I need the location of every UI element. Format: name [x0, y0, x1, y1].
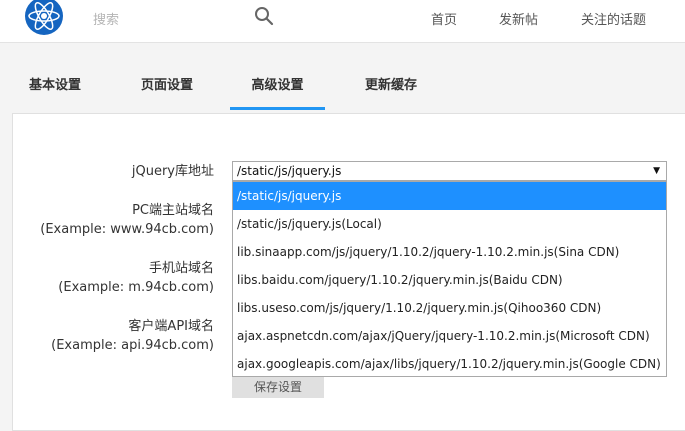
- dropdown-arrow-icon: ▼: [653, 166, 660, 176]
- dropdown-option[interactable]: libs.baidu.com/jquery/1.10.2/jquery.min.…: [233, 266, 666, 294]
- save-settings-button[interactable]: 保存设置: [232, 376, 324, 398]
- dropdown-option[interactable]: ajax.googleapis.com/ajax/libs/jquery/1.1…: [233, 350, 666, 378]
- mobile-domain-example: (Example: m.94cb.com): [58, 280, 214, 295]
- search-icon[interactable]: [254, 6, 274, 26]
- tab-update-cache[interactable]: 更新缓存: [365, 76, 417, 110]
- dropdown-option[interactable]: /static/js/jquery.js: [233, 182, 666, 210]
- jquery-label: jQuery库地址: [131, 164, 214, 179]
- nav-home[interactable]: 首页: [431, 9, 457, 28]
- top-header: 搜索 首页 发新帖 关注的话题: [0, 0, 685, 43]
- dropdown-option[interactable]: /static/js/jquery.js(Local): [233, 210, 666, 238]
- tab-basic-settings[interactable]: 基本设置: [29, 76, 81, 110]
- pc-domain-label: PC端主站域名: [132, 203, 214, 218]
- nav-new-post[interactable]: 发新帖: [499, 9, 538, 28]
- tab-page-settings[interactable]: 页面设置: [141, 76, 193, 110]
- jquery-select[interactable]: /static/js/jquery.js ▼: [232, 161, 667, 181]
- pc-domain-example: (Example: www.94cb.com): [40, 222, 214, 237]
- jquery-select-value: /static/js/jquery.js: [237, 164, 342, 178]
- nav-followed-topics[interactable]: 关注的话题: [581, 9, 646, 28]
- tab-advanced-settings[interactable]: 高级设置: [230, 76, 325, 110]
- api-domain-example: (Example: api.94cb.com): [51, 338, 214, 353]
- settings-tabs: 基本设置 页面设置 高级设置 更新缓存: [12, 76, 685, 110]
- dropdown-option[interactable]: libs.useso.com/js/jquery/1.10.2/jquery.m…: [233, 294, 666, 322]
- dropdown-option[interactable]: lib.sinaapp.com/js/jquery/1.10.2/jquery-…: [233, 238, 666, 266]
- mobile-domain-label: 手机站域名: [148, 261, 214, 276]
- api-domain-label: 客户端API域名: [128, 319, 214, 334]
- dropdown-option[interactable]: ajax.aspnetcdn.com/ajax/jQuery/jquery-1.…: [233, 322, 666, 350]
- jquery-dropdown-list: /static/js/jquery.js /static/js/jquery.j…: [232, 181, 667, 377]
- atom-logo-icon[interactable]: [24, 0, 64, 36]
- search-input[interactable]: 搜索: [93, 9, 119, 28]
